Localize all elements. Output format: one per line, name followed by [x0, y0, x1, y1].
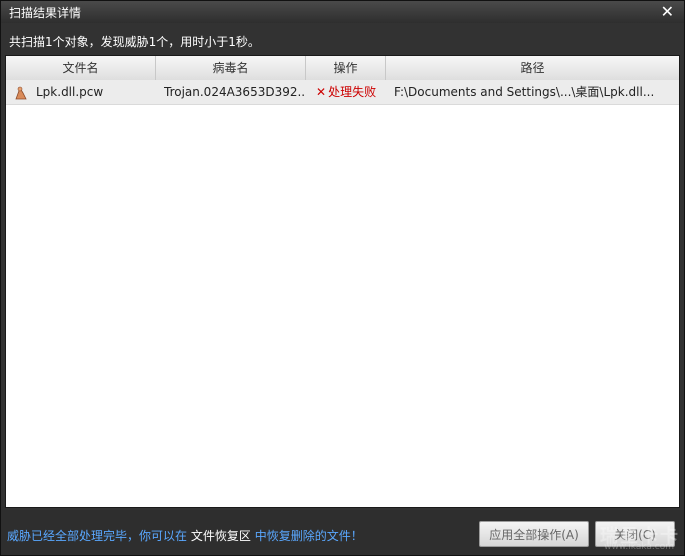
column-header-action[interactable]: 操作: [306, 56, 386, 80]
results-table: 文件名 病毒名 操作 路径 Lpk.dll.pcw Trojan.024A365…: [5, 55, 680, 508]
row-action-status[interactable]: ✕ 处理失败: [316, 80, 386, 104]
scan-result-window: 扫描结果详情 ✕ 共扫描1个对象，发现威胁1个，用时小于1秒。 文件名 病毒名 …: [0, 0, 685, 556]
window-title: 扫描结果详情: [9, 6, 82, 20]
column-header-virus[interactable]: 病毒名: [156, 56, 306, 80]
fail-icon: ✕: [316, 85, 327, 99]
footer: 威胁已经全部处理完毕，你可以在 文件恢复区 中恢复删除的文件！ 应用全部操作(A…: [1, 510, 684, 555]
column-header-filename[interactable]: 文件名: [6, 56, 156, 80]
column-header-path[interactable]: 路径: [386, 56, 679, 80]
table-header: 文件名 病毒名 操作 路径: [6, 56, 679, 81]
title-bar: 扫描结果详情 ✕: [1, 1, 684, 23]
scan-summary: 共扫描1个对象，发现威胁1个，用时小于1秒。: [9, 35, 260, 49]
row-path: F:\Documents and Settings\...\桌面\Lpk.dll…: [394, 85, 655, 99]
recovery-area-link[interactable]: 文件恢复区: [191, 529, 251, 543]
watermark-url: www.ikaka.com: [604, 542, 674, 552]
row-action-label: 处理失败: [328, 85, 377, 99]
row-virus-name: Trojan.024A3653D392...: [164, 85, 304, 99]
footer-text-1: 威胁已经全部处理完毕，你可以在: [7, 529, 188, 543]
file-icon: [14, 80, 32, 104]
close-icon[interactable]: ✕: [661, 2, 674, 21]
footer-message: 威胁已经全部处理完毕，你可以在 文件恢复区 中恢复删除的文件！: [7, 527, 363, 544]
table-row[interactable]: Lpk.dll.pcw Trojan.024A3653D392... ✕ 处理失败…: [6, 80, 679, 105]
footer-text-2: 中恢复删除的文件！: [254, 529, 363, 543]
apply-all-button[interactable]: 应用全部操作(A): [479, 521, 589, 547]
row-filename: Lpk.dll.pcw: [36, 85, 104, 99]
